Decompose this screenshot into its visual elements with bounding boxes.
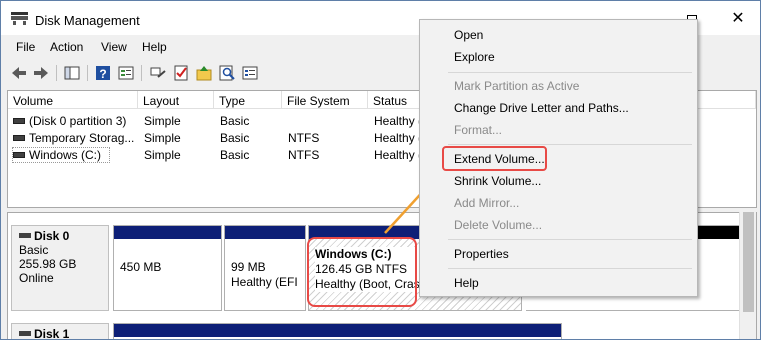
column-header-layout[interactable]: Layout <box>138 91 214 109</box>
disk-state: Online <box>19 271 54 285</box>
file-system-cell: NTFS <box>288 131 320 145</box>
scrollbar-thumb[interactable] <box>743 212 754 312</box>
vertical-scrollbar[interactable] <box>739 212 756 339</box>
menu-separator <box>448 72 692 73</box>
disk-name: Disk 0 <box>19 229 108 243</box>
disk-type: Basic <box>19 243 49 257</box>
drive-icon <box>13 118 25 124</box>
column-header-type[interactable]: Type <box>214 91 282 109</box>
checklist-icon[interactable] <box>172 64 190 82</box>
status-cell: Healthy ( <box>374 131 423 145</box>
back-arrow-icon[interactable] <box>10 64 28 82</box>
volume-name: Windows (C:) <box>29 148 102 162</box>
help-icon[interactable]: ? <box>94 64 112 82</box>
menu-item-add-mirror: Add Mirror... <box>454 196 520 210</box>
close-icon: ✕ <box>731 10 745 27</box>
search-icon[interactable] <box>218 64 236 82</box>
partition-text: 450 MB <box>120 260 161 275</box>
volume-name: (Disk 0 partition 3) <box>29 114 127 128</box>
menu-item-format: Format... <box>454 123 503 137</box>
disk-0-label[interactable]: Disk 0 Basic 255.98 GB Online <box>11 225 109 311</box>
volume-name-cell: Windows (C:) <box>12 147 110 163</box>
disk-size: 255.98 GB <box>19 257 77 271</box>
menu-item-help[interactable]: Help <box>454 272 479 294</box>
menu-item-properties[interactable]: Properties <box>454 243 509 265</box>
layout-cell: Simple <box>144 131 181 145</box>
status-cell: Healthy ( <box>374 148 423 162</box>
partition-status: Healthy (EFI <box>231 275 298 289</box>
toolbar-separator <box>56 65 57 81</box>
menu-separator <box>448 268 692 269</box>
console-tree-icon[interactable] <box>63 64 81 82</box>
status-cell: Healthy ( <box>374 114 423 128</box>
type-cell: Basic <box>220 114 250 128</box>
partition-text: 99 MB Healthy (EFI <box>231 260 298 290</box>
menu-view[interactable]: View <box>101 40 127 54</box>
menu-item-change-drive-letter[interactable]: Change Drive Letter and Paths... <box>454 97 629 119</box>
window-title: Disk Management <box>35 13 140 28</box>
properties-icon[interactable] <box>117 64 135 82</box>
annotation-highlight-extend-volume <box>442 146 547 171</box>
disk-management-window: Disk Management ✕ File Action View Help … <box>0 0 761 340</box>
partition-bar <box>114 226 221 239</box>
partition-bar <box>114 324 561 337</box>
drive-icon <box>13 152 25 158</box>
menu-separator <box>448 144 692 145</box>
menu-item-open[interactable]: Open <box>454 24 483 46</box>
close-button[interactable]: ✕ <box>723 7 753 31</box>
menu-item-explore[interactable]: Explore <box>454 46 495 68</box>
toolbar-separator <box>141 65 142 81</box>
volume-name-cell: (Disk 0 partition 3) <box>13 114 137 128</box>
partition-450mb[interactable]: 450 MB <box>113 225 222 311</box>
partition-size: 99 MB <box>231 260 266 274</box>
menu-action[interactable]: Action <box>50 40 83 54</box>
volume-name-cell: Temporary Storag... <box>13 131 137 145</box>
volume-name: Temporary Storag... <box>29 131 135 145</box>
type-cell: Basic <box>220 148 250 162</box>
partition-disk-1[interactable] <box>113 323 562 339</box>
connect-icon[interactable] <box>149 64 167 82</box>
drive-icon <box>13 135 25 141</box>
partition-size: 450 MB <box>120 260 162 274</box>
disk-management-app-icon <box>11 12 28 25</box>
type-cell: Basic <box>220 131 250 145</box>
column-header-file-system[interactable]: File System <box>282 91 368 109</box>
menu-item-shrink-volume[interactable]: Shrink Volume... <box>454 170 541 192</box>
partition-bar <box>225 226 305 239</box>
annotation-highlight-partition <box>307 237 417 307</box>
disk-name: Disk 1 <box>19 327 108 339</box>
disk-1-label[interactable]: Disk 1 <box>11 323 109 339</box>
list-view-icon[interactable] <box>241 64 259 82</box>
layout-cell: Simple <box>144 114 181 128</box>
svg-text:?: ? <box>99 67 106 81</box>
disk-icon <box>19 233 31 238</box>
menu-item-mark-partition-active: Mark Partition as Active <box>454 79 580 93</box>
folder-up-icon[interactable] <box>195 64 213 82</box>
toolbar-separator <box>87 65 88 81</box>
menu-help[interactable]: Help <box>142 40 167 54</box>
file-system-cell: NTFS <box>288 148 320 162</box>
disk-icon <box>19 331 31 336</box>
partition-efi[interactable]: 99 MB Healthy (EFI <box>224 225 306 311</box>
menu-separator <box>448 239 692 240</box>
menu-item-delete-volume: Delete Volume... <box>454 218 543 232</box>
forward-arrow-icon[interactable] <box>32 64 50 82</box>
column-header-volume[interactable]: Volume <box>8 91 138 109</box>
menu-file[interactable]: File <box>16 40 35 54</box>
layout-cell: Simple <box>144 148 181 162</box>
